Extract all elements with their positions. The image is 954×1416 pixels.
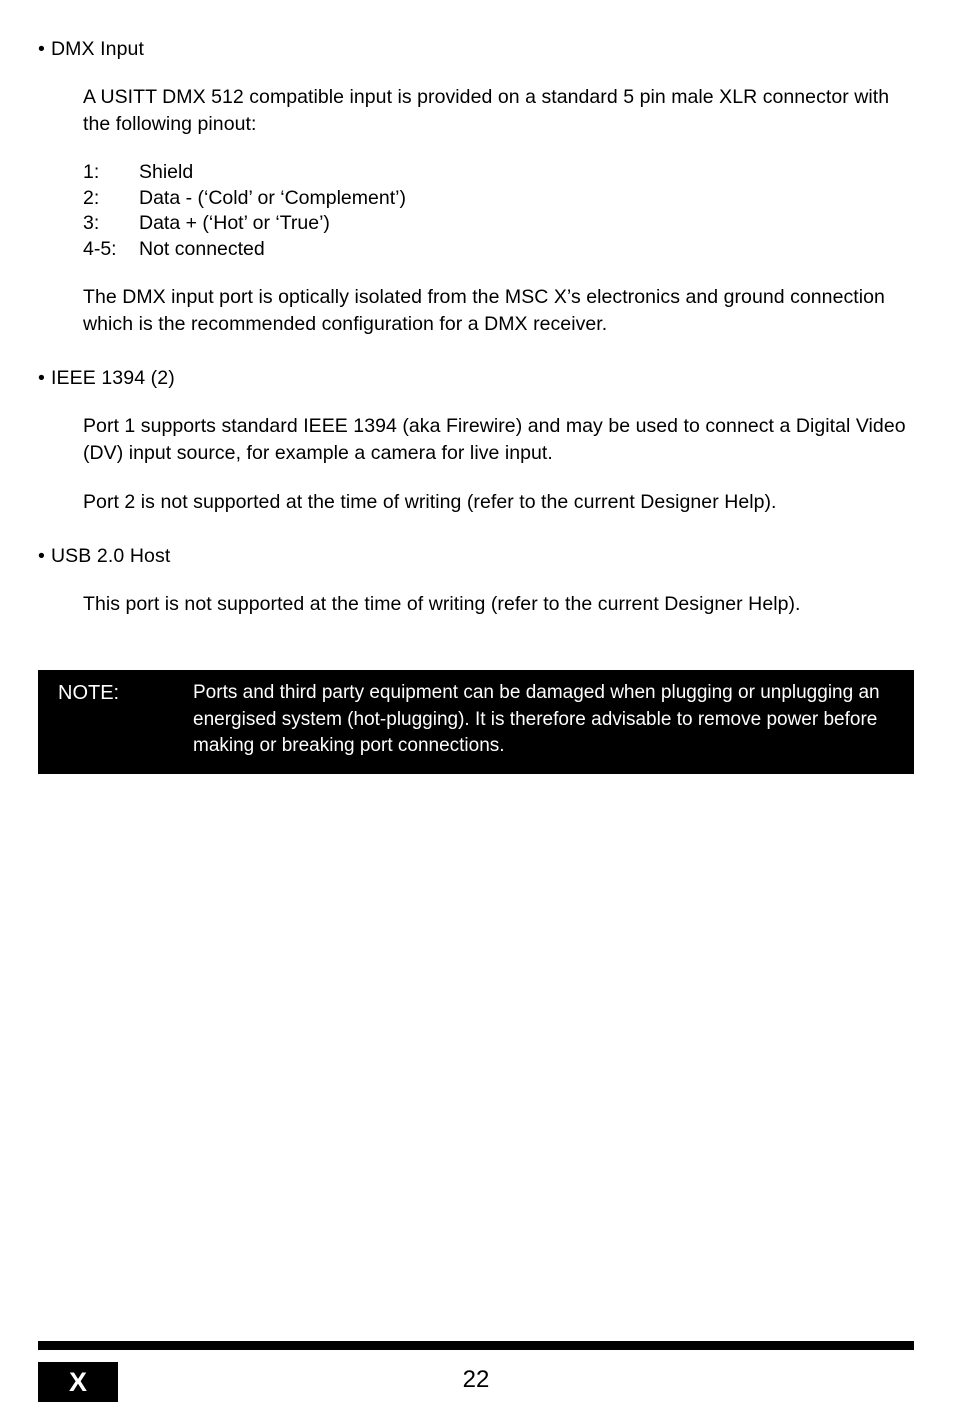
bullet-glyph-icon: •: [38, 38, 45, 60]
dmx-pinout-table: 1: Shield 2: Data - (‘Cold’ or ‘Compleme…: [83, 160, 406, 262]
note-text: Ports and third party equipment can be d…: [193, 682, 880, 756]
section-bullet-ieee1394: • IEEE 1394 (2): [38, 365, 918, 391]
page-content: • DMX Input A USITT DMX 512 compatible in…: [38, 36, 918, 618]
ieee1394-paragraph-2: Port 2 is not supported at the time of w…: [83, 491, 777, 513]
table-row: 2: Data - (‘Cold’ or ‘Complement’): [83, 186, 406, 212]
bullet-glyph-icon: •: [38, 545, 45, 567]
note-label: NOTE:: [58, 682, 120, 704]
footer-rule: [38, 1341, 914, 1350]
ieee1394-paragraph-1: Port 1 supports standard IEEE 1394 (aka …: [83, 415, 906, 464]
section-bullet-usb-host: • USB 2.0 Host: [38, 543, 918, 569]
dmx-input-body: A USITT DMX 512 compatible input is prov…: [83, 84, 913, 338]
ieee1394-body: Port 1 supports standard IEEE 1394 (aka …: [83, 413, 913, 516]
table-row: 3: Data + (‘Hot’ or ‘True’): [83, 211, 406, 237]
pinout-pin: 3:: [83, 212, 100, 234]
section-title-dmx-input: DMX Input: [51, 38, 145, 60]
dmx-closing-paragraph: The DMX input port is optically isolated…: [83, 286, 885, 335]
footer-page-number: 22: [462, 1366, 490, 1393]
section-title-ieee1394: IEEE 1394 (2): [51, 367, 175, 389]
pinout-pin: 1:: [83, 161, 100, 183]
table-row: 4-5: Not connected: [83, 237, 406, 263]
pinout-desc: Not connected: [139, 237, 265, 260]
note-inner: NOTE: Ports and third party equipment ca…: [38, 670, 914, 774]
document-page: • DMX Input A USITT DMX 512 compatible in…: [0, 0, 954, 1416]
pinout-pin: 2:: [83, 186, 100, 209]
usb-host-body: This port is not supported at the time o…: [83, 591, 913, 618]
table-row: 1: Shield: [83, 160, 406, 186]
pinout-desc: Data + (‘Hot’ or ‘True’): [139, 212, 330, 234]
pinout-desc: Shield: [139, 161, 194, 183]
section-bullet-dmx-input: • DMX Input: [38, 36, 918, 62]
dmx-intro-paragraph: A USITT DMX 512 compatible input is prov…: [83, 86, 890, 135]
section-title-usb-host: USB 2.0 Host: [51, 545, 171, 567]
note-callout: NOTE: Ports and third party equipment ca…: [38, 670, 914, 774]
pinout-pin: 4-5:: [83, 237, 117, 260]
usb-host-paragraph: This port is not supported at the time o…: [83, 593, 801, 615]
bullet-glyph-icon: •: [38, 367, 45, 389]
pinout-desc: Data - (‘Cold’ or ‘Complement’): [139, 186, 406, 209]
